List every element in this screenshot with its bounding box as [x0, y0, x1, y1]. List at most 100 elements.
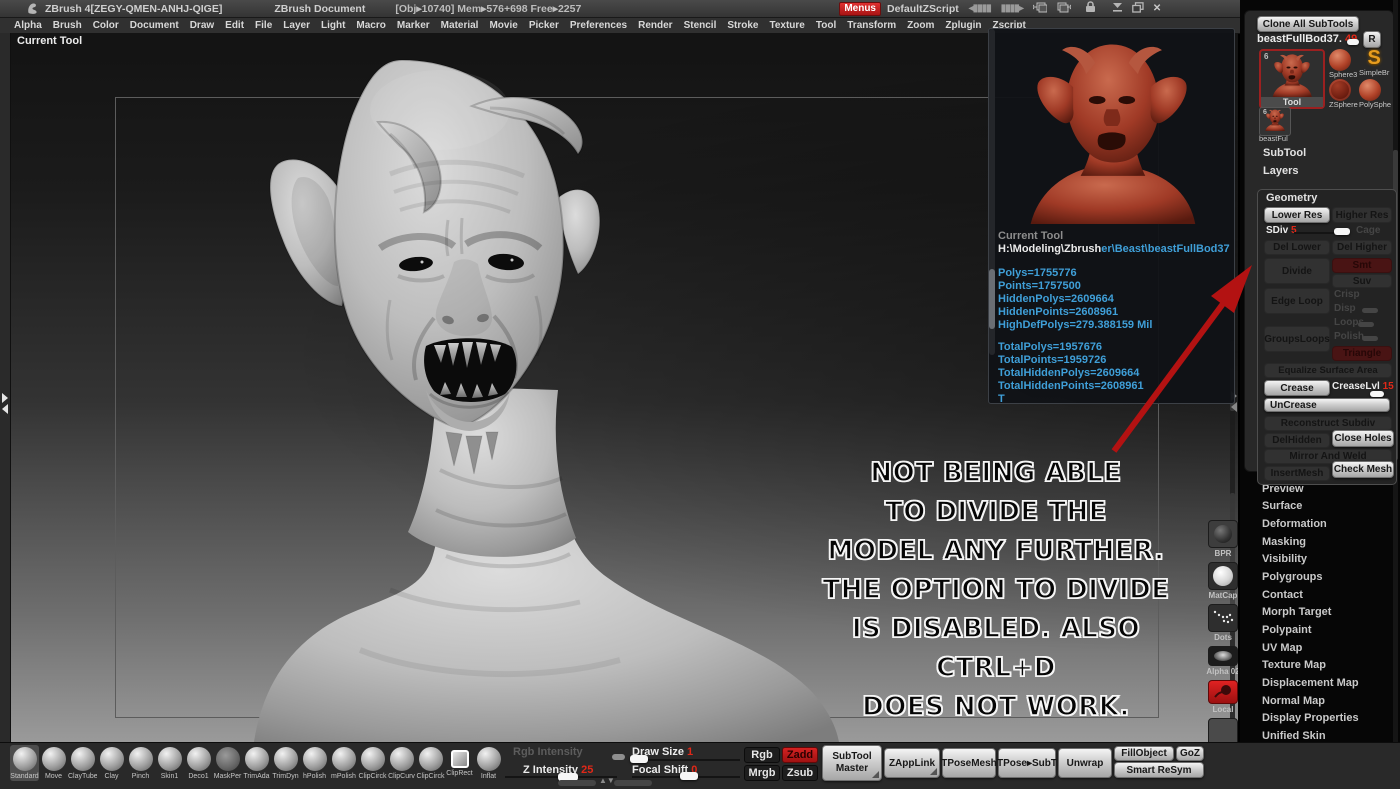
matcap-button[interactable]: MatCap — [1206, 562, 1238, 600]
edge-loop-button[interactable]: Edge Loop — [1264, 288, 1330, 314]
pager-bar-right[interactable] — [614, 780, 652, 786]
divider-right-icon[interactable]: ▮▮▮▮▸ — [1001, 3, 1024, 14]
tool-name-slider[interactable] — [1347, 39, 1359, 45]
menu-item[interactable]: Alpha — [14, 20, 42, 31]
triangle-button[interactable]: Triangle — [1332, 346, 1392, 361]
brush-button[interactable]: ClipCurv — [387, 745, 416, 781]
r-button[interactable]: R — [1363, 31, 1381, 48]
del-lower-button[interactable]: Del Lower — [1264, 240, 1330, 255]
quick-tool-sphere3[interactable]: Sphere3 — [1329, 49, 1357, 79]
menu-item[interactable]: Zoom — [907, 20, 934, 31]
menu-item[interactable]: Edit — [225, 20, 244, 31]
beast-sculpture[interactable] — [240, 50, 860, 742]
current-tool-thumbnail[interactable] — [1017, 39, 1207, 224]
small-tool-slot[interactable]: 6 — [1259, 107, 1291, 136]
menu-item[interactable]: Render — [638, 20, 672, 31]
rgb-button[interactable]: Rgb — [744, 747, 780, 763]
doc-copy-right-icon[interactable] — [1057, 2, 1073, 16]
polish-slider[interactable] — [1362, 336, 1378, 341]
close-icon[interactable]: ✕ — [1153, 3, 1161, 14]
tool-section-item[interactable]: Normal Map — [1240, 692, 1390, 710]
menu-item[interactable]: Marker — [397, 20, 430, 31]
brush-button[interactable]: ClipRect — [445, 745, 474, 781]
menu-item[interactable]: Zplugin — [945, 20, 981, 31]
brush-button[interactable]: Pinch — [126, 745, 155, 781]
bpr-button[interactable]: BPR — [1206, 520, 1238, 558]
fillobject-button[interactable]: FillObject — [1114, 746, 1174, 761]
tool-section-item[interactable]: Polypaint — [1240, 621, 1390, 639]
alpha-button[interactable]: Alpha 02 — [1206, 646, 1238, 676]
menu-item[interactable]: Material — [441, 20, 479, 31]
left-tray[interactable] — [0, 33, 11, 742]
stroke-dots-button[interactable]: Dots — [1206, 604, 1238, 642]
disp-slider[interactable] — [1362, 308, 1378, 313]
crisp-button[interactable]: Crisp — [1334, 289, 1360, 300]
texture-button[interactable]: Texture — [1206, 718, 1238, 742]
popup-scrollbar[interactable] — [989, 29, 995, 355]
mrgb-button[interactable]: Mrgb — [744, 765, 780, 781]
draw-size-track[interactable] — [632, 759, 740, 761]
brush-button[interactable]: MaskPer — [213, 745, 242, 781]
left-divider-close-icon[interactable] — [2, 404, 8, 414]
tool-section-item[interactable]: Contact — [1240, 586, 1390, 604]
layers-section-header[interactable]: Layers — [1263, 165, 1298, 177]
zsub-button[interactable]: Zsub — [782, 765, 818, 781]
left-divider-open-icon[interactable] — [2, 393, 8, 403]
tool-section-item[interactable]: Display Properties — [1240, 710, 1390, 728]
brush-button[interactable]: TrimDyn — [271, 745, 300, 781]
menu-item[interactable]: Stencil — [684, 20, 717, 31]
doc-copy-left-icon[interactable] — [1031, 2, 1048, 16]
disp-slider-label[interactable]: Disp — [1334, 303, 1356, 314]
close-holes-button[interactable]: Close Holes — [1332, 430, 1394, 447]
menu-item[interactable]: Tool — [816, 20, 836, 31]
subtool-master-button[interactable]: SubTool Master — [822, 745, 882, 781]
tool-section-item[interactable]: Texture Map — [1240, 657, 1390, 675]
delhidden-button[interactable]: DelHidden — [1264, 433, 1330, 448]
brush-button[interactable]: mPolish — [329, 745, 358, 781]
lower-res-button[interactable]: Lower Res — [1264, 207, 1330, 223]
creaselvl-handle[interactable] — [1370, 391, 1384, 397]
tool-section-item[interactable]: Surface — [1240, 497, 1390, 515]
draw-size-handle[interactable] — [630, 755, 648, 763]
tposemesh-button[interactable]: TPoseMesh — [941, 748, 997, 778]
menu-item[interactable]: Preferences — [570, 20, 627, 31]
menu-item[interactable]: File — [255, 20, 272, 31]
menu-item[interactable]: Draw — [190, 20, 214, 31]
brush-button[interactable]: Deco1 — [184, 745, 213, 781]
clone-all-subtools-button[interactable]: Clone All SubTools — [1257, 16, 1359, 32]
menu-item[interactable]: Picker — [529, 20, 559, 31]
quick-tool-polysphere[interactable]: PolySphe — [1359, 79, 1391, 109]
brush-button[interactable]: ClipCirck — [358, 745, 387, 781]
tool-section-item[interactable]: Morph Target — [1240, 604, 1390, 622]
menu-item[interactable]: Transform — [847, 20, 896, 31]
brush-button[interactable]: TrimAda — [242, 745, 271, 781]
rgb-intensity-slider[interactable] — [612, 754, 625, 760]
pager-arrows-icon[interactable]: ▲▼ — [599, 776, 615, 785]
loops-slider[interactable] — [1358, 322, 1374, 327]
menu-item[interactable]: Brush — [53, 20, 82, 31]
goz-button[interactable]: GoZ — [1176, 746, 1204, 761]
zapplink-button[interactable]: ZAppLink — [884, 748, 940, 778]
active-tool-slot[interactable]: 6 Tool — [1259, 49, 1325, 109]
menu-item[interactable]: Movie — [489, 20, 517, 31]
default-zscript-button[interactable]: DefaultZScript — [887, 3, 959, 15]
tool-section-item[interactable]: Visibility — [1240, 550, 1390, 568]
polish-slider-label[interactable]: Polish — [1334, 331, 1364, 342]
brush-button[interactable]: Move — [39, 745, 68, 781]
del-higher-button[interactable]: Del Higher — [1332, 240, 1392, 255]
tool-section-item[interactable]: UV Map — [1240, 639, 1390, 657]
tool-section-item[interactable]: Polygroups — [1240, 568, 1390, 586]
brush-button[interactable]: Standard — [10, 745, 39, 781]
equalize-surface-area-button[interactable]: Equalize Surface Area — [1264, 363, 1392, 378]
restore-icon[interactable] — [1131, 1, 1144, 16]
tpose-subt-button[interactable]: TPose▸SubT — [997, 748, 1057, 778]
cage-button[interactable]: Cage — [1356, 225, 1380, 236]
tool-section-item[interactable]: Displacement Map — [1240, 674, 1390, 692]
brush-button[interactable]: hPolish — [300, 745, 329, 781]
minimize-icon[interactable] — [1112, 2, 1123, 15]
reconstruct-subdiv-button[interactable]: Reconstruct Subdiv — [1264, 416, 1392, 431]
brush-button[interactable]: Skin1 — [155, 745, 184, 781]
brush-button[interactable]: ClipCirck — [416, 745, 445, 781]
menu-item[interactable]: Layer — [283, 20, 310, 31]
brush-button[interactable]: Inflat — [474, 745, 503, 781]
